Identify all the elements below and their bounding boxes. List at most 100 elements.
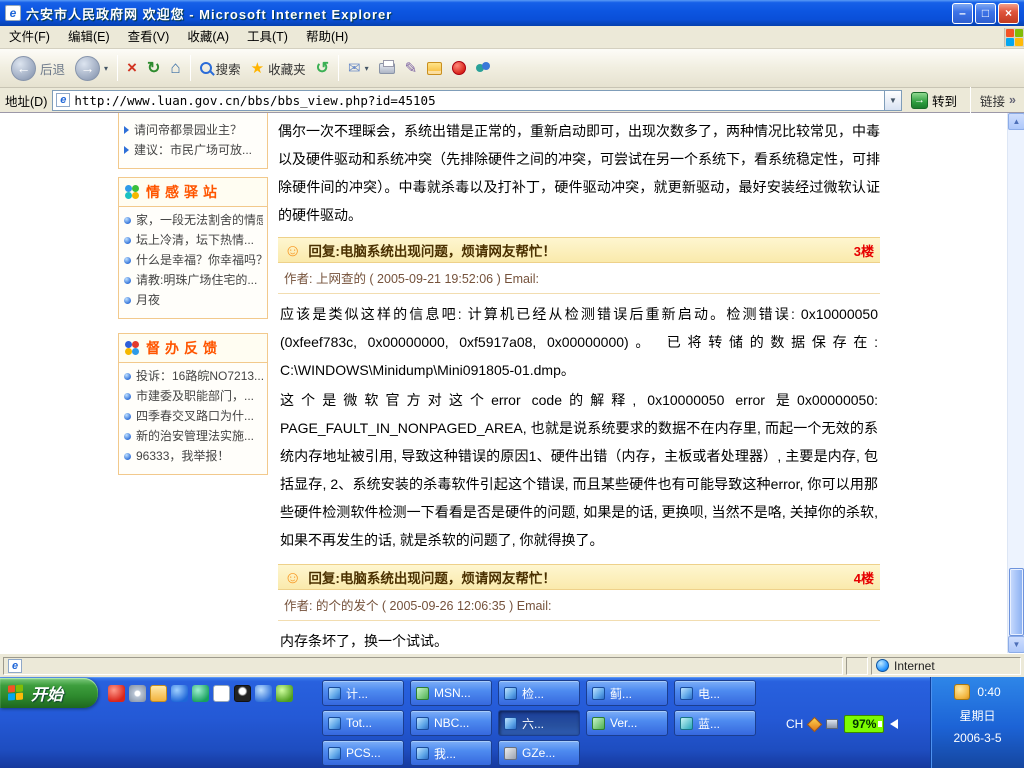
menu-file[interactable]: 文件(F) xyxy=(0,26,59,48)
task-button-7[interactable]: NBC... xyxy=(410,710,492,736)
refresh-button[interactable]: ↻ xyxy=(142,56,165,80)
task-button-6[interactable]: Tot... xyxy=(322,710,404,736)
sidebar-link-label[interactable]: 投诉：16路皖NO7213... xyxy=(136,366,263,386)
quicklaunch-folder-icon[interactable] xyxy=(150,685,167,702)
task-button-4[interactable]: 蓟... xyxy=(586,680,668,706)
maximize-button[interactable]: □ xyxy=(975,3,996,24)
task-button-12[interactable]: 我... xyxy=(410,740,492,766)
status-bar: e Internet xyxy=(0,653,1024,677)
minimize-button[interactable]: – xyxy=(952,3,973,24)
task-button-msn[interactable]: MSN... xyxy=(410,680,492,706)
sidebar-link-label[interactable]: 四季春交叉路口为什... xyxy=(136,406,254,426)
history-icon: ↺ xyxy=(316,58,329,78)
quicklaunch-media-icon[interactable] xyxy=(108,685,125,702)
favorites-button[interactable]: ★ 收藏夹 xyxy=(246,57,311,80)
smiley-icon: ☺ xyxy=(284,569,301,586)
sidebar-link-label[interactable]: 建议：市民广场可放... xyxy=(134,140,252,160)
task-button-5[interactable]: 电... xyxy=(674,680,756,706)
volume-icon[interactable] xyxy=(890,719,898,729)
start-button[interactable]: 开始 xyxy=(0,678,98,708)
discuss-button[interactable] xyxy=(422,60,447,77)
task-button-11[interactable]: PCS... xyxy=(322,740,404,766)
menu-view[interactable]: 查看(V) xyxy=(119,26,179,48)
sidebar-link-label[interactable]: 坛上冷清，坛下热情... xyxy=(136,230,254,250)
quicklaunch-green-icon[interactable] xyxy=(276,685,293,702)
task-window-icon xyxy=(416,717,429,730)
sidebar-link-label[interactable]: 96333，我举报！ xyxy=(136,446,229,466)
go-button[interactable]: → 转到 xyxy=(907,90,961,111)
messenger-button[interactable] xyxy=(471,60,495,76)
sidebar-link[interactable]: 建议：市民广场可放... xyxy=(124,140,263,160)
scroll-up-button[interactable]: ▲ xyxy=(1008,113,1024,130)
ime-language-indicator[interactable]: CH xyxy=(786,717,803,731)
system-tray-clock: 0:40 星期日 2006-3-5 xyxy=(930,677,1024,768)
sidebar-link[interactable]: 家，一段无法割舍的情感 xyxy=(124,210,263,230)
sidebar-link-label[interactable]: 请问帝都景园业主？ xyxy=(134,120,242,140)
links-chevron-icon[interactable]: » xyxy=(1009,93,1016,107)
tray-card-icon[interactable] xyxy=(826,719,838,729)
sidebar-link-label[interactable]: 家，一段无法割舍的情感 xyxy=(136,210,263,230)
sidebar-link[interactable]: 请问帝都景园业主？ xyxy=(124,120,263,140)
menu-tools[interactable]: 工具(T) xyxy=(238,26,297,48)
sidebar-link[interactable]: 四季春交叉路口为什... xyxy=(124,406,263,426)
sidebar-link-label[interactable]: 请教:明珠广场住宅的... xyxy=(136,270,257,290)
scrollbar-thumb[interactable] xyxy=(1009,568,1024,636)
task-button-1[interactable]: 计... xyxy=(322,680,404,706)
search-icon xyxy=(200,62,212,74)
task-button-13[interactable]: GZe... xyxy=(498,740,580,766)
vertical-scrollbar[interactable]: ▲ ▼ xyxy=(1007,113,1024,653)
address-url[interactable]: http://www.luan.gov.cn/bbs/bbs_view.php?… xyxy=(74,93,880,108)
stop-button[interactable]: × xyxy=(122,56,142,80)
bullet-dot-icon xyxy=(124,277,131,284)
forward-dropdown-icon[interactable]: ▾ xyxy=(104,64,108,73)
close-button[interactable]: × xyxy=(998,3,1019,24)
tray-smiley-icon[interactable] xyxy=(954,684,970,700)
history-button[interactable]: ↺ xyxy=(311,56,334,80)
quicklaunch-ie-icon[interactable] xyxy=(255,685,272,702)
quicklaunch-qq-icon[interactable] xyxy=(234,685,251,702)
menu-help[interactable]: 帮助(H) xyxy=(297,26,357,48)
sidebar-link[interactable]: 96333，我举报！ xyxy=(124,446,263,466)
links-menu[interactable]: 链接 » xyxy=(980,91,1019,110)
task-button-10[interactable]: 蓝... xyxy=(674,710,756,736)
sidebar-link-label[interactable]: 新的治安管理法实施... xyxy=(136,426,254,446)
sidebar-link[interactable]: 新的治安管理法实施... xyxy=(124,426,263,446)
scroll-down-button[interactable]: ▼ xyxy=(1008,636,1024,653)
sidebar-link-label[interactable]: 月夜 xyxy=(136,290,160,310)
task-ie-icon xyxy=(504,717,517,730)
quicklaunch-page-icon[interactable] xyxy=(213,685,230,702)
forward-button[interactable]: → ▾ xyxy=(70,54,113,83)
sidebar-link[interactable]: 什么是幸福？你幸福吗？ xyxy=(124,250,263,270)
task-button-active-luan[interactable]: 六... xyxy=(498,710,580,736)
clock-time: 0:40 xyxy=(977,685,1000,699)
print-button[interactable] xyxy=(374,61,400,76)
tray-shield-icon[interactable] xyxy=(807,716,823,732)
mail-dropdown-icon[interactable]: ▾ xyxy=(365,64,369,73)
menu-edit[interactable]: 编辑(E) xyxy=(59,26,119,48)
address-input[interactable]: e http://www.luan.gov.cn/bbs/bbs_view.ph… xyxy=(52,90,902,111)
task-button-9[interactable]: Ver... xyxy=(586,710,668,736)
address-dropdown-icon[interactable]: ▼ xyxy=(884,91,901,110)
back-button[interactable]: ← 后退 xyxy=(6,54,70,83)
edit-button[interactable]: ✎ xyxy=(400,57,423,79)
links-label: 链接 xyxy=(980,91,1005,110)
sidebar-link[interactable]: 市建委及职能部门，... xyxy=(124,386,263,406)
sidebar-link-label[interactable]: 市建委及职能部门，... xyxy=(136,386,254,406)
sidebar-link[interactable]: 坛上冷清，坛下热情... xyxy=(124,230,263,250)
task-button-3[interactable]: 检... xyxy=(498,680,580,706)
quicklaunch-globe-icon[interactable] xyxy=(192,685,209,702)
back-icon: ← xyxy=(11,56,36,81)
search-button[interactable]: 搜索 xyxy=(195,57,246,80)
taskbar: 开始 计... MSN... 检... 蓟... 电... Tot... NBC… xyxy=(0,677,1024,768)
mail-button[interactable]: ✉ ▾ xyxy=(343,57,374,79)
sidebar-link[interactable]: 投诉：16路皖NO7213... xyxy=(124,366,263,386)
qq-button[interactable] xyxy=(447,59,471,77)
sidebar-link-label[interactable]: 什么是幸福？你幸福吗？ xyxy=(136,250,263,270)
sidebar-link[interactable]: 请教:明珠广场住宅的... xyxy=(124,270,263,290)
home-button[interactable]: ⌂ xyxy=(165,56,185,80)
sidebar-link[interactable]: 月夜 xyxy=(124,290,263,310)
section-header-feedback: 督办反馈 xyxy=(119,334,267,363)
menu-favorites[interactable]: 收藏(A) xyxy=(178,26,238,48)
quicklaunch-disc-icon[interactable] xyxy=(129,685,146,702)
quicklaunch-player-icon[interactable] xyxy=(171,685,188,702)
